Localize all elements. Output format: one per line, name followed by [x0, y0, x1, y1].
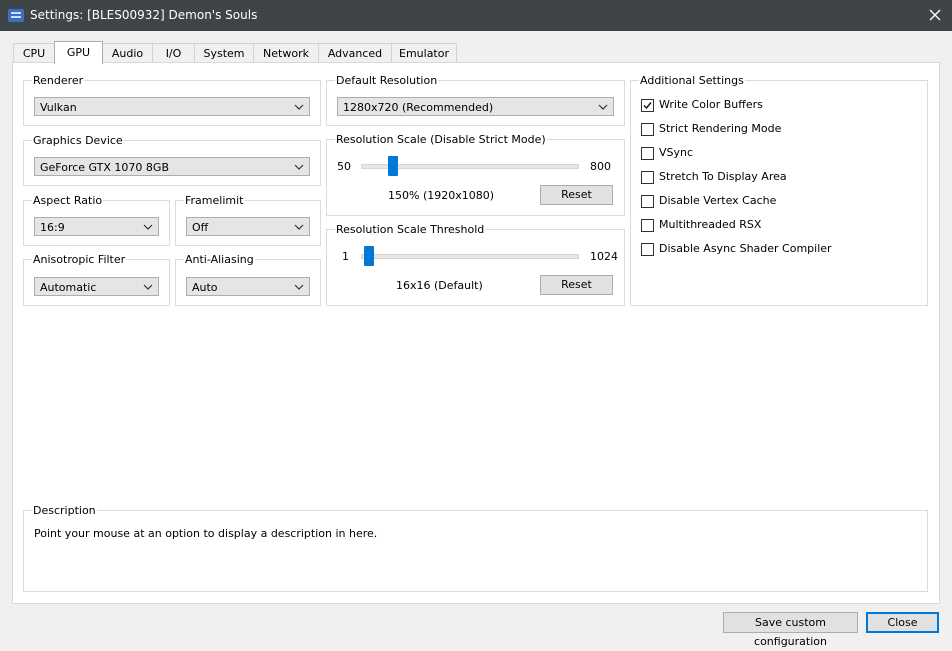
checkbox-label: Disable Async Shader Compiler [659, 242, 832, 255]
close-icon[interactable] [926, 6, 944, 24]
title-bar: Settings: [BLES00932] Demon's Souls [0, 0, 952, 31]
graphics-device-dropdown[interactable]: GeForce GTX 1070 8GB [34, 157, 310, 176]
aspect-ratio-group: Aspect Ratio 16:9 [23, 194, 170, 246]
tab-label: I/O [165, 47, 182, 60]
tab-network[interactable]: Network [253, 43, 319, 63]
dropdown-value: 16:9 [40, 221, 65, 234]
framelimit-group: Framelimit Off [175, 194, 321, 246]
dropdown-value: Vulkan [40, 101, 77, 114]
slider-max-label: 1024 [590, 250, 618, 263]
close-button[interactable]: Close [866, 612, 939, 633]
dropdown-value: Auto [192, 281, 218, 294]
checkbox-box[interactable] [641, 147, 654, 160]
checkbox-box[interactable] [641, 123, 654, 136]
aspect-ratio-dropdown[interactable]: 16:9 [34, 217, 159, 236]
anti-aliasing-dropdown[interactable]: Auto [186, 277, 310, 296]
window-title: Settings: [BLES00932] Demon's Souls [30, 8, 258, 22]
checkbox-label: VSync [659, 146, 694, 159]
resolution-scale-reset-button[interactable]: Reset [540, 185, 613, 205]
group-title: Resolution Scale Threshold [335, 223, 486, 236]
slider-min-label: 1 [342, 250, 349, 263]
checkbox-label: Multithreaded RSX [659, 218, 762, 231]
slider-max-label: 800 [590, 160, 611, 173]
group-title: Additional Settings [639, 74, 745, 87]
tab-label: Network [263, 47, 309, 60]
group-title: Framelimit [184, 194, 245, 207]
gpu-settings-panel: Renderer Vulkan Graphics Device GeForce … [12, 62, 940, 604]
chevron-down-icon [294, 284, 304, 290]
renderer-dropdown[interactable]: Vulkan [34, 97, 310, 116]
group-title: Resolution Scale (Disable Strict Mode) [335, 133, 547, 146]
tab-audio[interactable]: Audio [102, 43, 153, 63]
chevron-down-icon [294, 224, 304, 230]
resolution-threshold-reset-button[interactable]: Reset [540, 275, 613, 295]
resolution-threshold-value: 16x16 (Default) [396, 279, 483, 292]
resolution-threshold-slider[interactable] [364, 246, 375, 266]
dropdown-value: GeForce GTX 1070 8GB [40, 161, 169, 174]
resolution-scale-group: Resolution Scale (Disable Strict Mode) 5… [326, 133, 625, 216]
resolution-scale-slider[interactable] [388, 156, 399, 176]
renderer-group: Renderer Vulkan [23, 74, 321, 126]
checkbox-box[interactable] [641, 219, 654, 232]
framelimit-dropdown[interactable]: Off [186, 217, 310, 236]
checkmark-icon [643, 102, 652, 110]
tab-emulator[interactable]: Emulator [391, 43, 457, 63]
checkbox-box[interactable] [641, 171, 654, 184]
group-title: Renderer [32, 74, 85, 87]
group-title: Aspect Ratio [32, 194, 104, 207]
dropdown-value: Automatic [40, 281, 97, 294]
tab-label: GPU [66, 46, 91, 59]
checkbox-label: Disable Vertex Cache [659, 194, 777, 207]
chevron-down-icon [143, 284, 153, 290]
tab-system[interactable]: System [194, 43, 254, 63]
button-label: Close [887, 616, 918, 629]
tab-label: System [203, 47, 245, 60]
slider-min-label: 50 [337, 160, 351, 173]
button-label: Reset [561, 188, 592, 201]
resolution-threshold-group: Resolution Scale Threshold 1 1024 16x16 … [326, 223, 625, 306]
chevron-down-icon [294, 104, 304, 110]
additional-settings-group: Additional Settings Write Color Buffers … [630, 74, 928, 306]
checkbox-box[interactable] [641, 243, 654, 256]
checkbox-box[interactable] [641, 99, 654, 112]
group-title: Anisotropic Filter [32, 253, 127, 266]
tab-gpu[interactable]: GPU [54, 41, 103, 64]
checkbox-box[interactable] [641, 195, 654, 208]
resolution-scale-value: 150% (1920x1080) [388, 189, 495, 202]
default-resolution-dropdown[interactable]: 1280x720 (Recommended) [337, 97, 614, 116]
dropdown-value: Off [192, 221, 209, 234]
default-resolution-group: Default Resolution 1280x720 (Recommended… [326, 74, 625, 126]
tab-label: Audio [111, 47, 144, 60]
tab-label: Advanced [327, 47, 383, 60]
chevron-down-icon [143, 224, 153, 230]
tab-label: CPU [22, 47, 46, 60]
group-title: Description [32, 504, 97, 517]
checkbox-label: Write Color Buffers [659, 98, 763, 111]
checkbox-label: Stretch To Display Area [659, 170, 787, 183]
chevron-down-icon [598, 104, 608, 110]
button-label: Save custom configuration [754, 616, 827, 648]
checkbox-label: Strict Rendering Mode [659, 122, 782, 135]
group-title: Default Resolution [335, 74, 439, 87]
description-text: Point your mouse at an option to display… [34, 527, 378, 540]
anisotropic-filter-group: Anisotropic Filter Automatic [23, 253, 170, 306]
tab-advanced[interactable]: Advanced [318, 43, 392, 63]
button-label: Reset [561, 278, 592, 291]
anisotropic-filter-dropdown[interactable]: Automatic [34, 277, 159, 296]
group-title: Graphics Device [32, 134, 124, 147]
group-title: Anti-Aliasing [184, 253, 255, 266]
resolution-threshold-track[interactable] [361, 254, 579, 259]
graphics-device-group: Graphics Device GeForce GTX 1070 8GB [23, 134, 321, 186]
rpcs3-icon [8, 9, 24, 22]
dropdown-value: 1280x720 (Recommended) [343, 101, 494, 114]
anti-aliasing-group: Anti-Aliasing Auto [175, 253, 321, 306]
tab-cpu[interactable]: CPU [13, 43, 55, 63]
chevron-down-icon [294, 164, 304, 170]
tab-io[interactable]: I/O [152, 43, 195, 63]
description-group: Description Point your mouse at an optio… [23, 504, 928, 592]
save-custom-configuration-button[interactable]: Save custom configuration [723, 612, 858, 648]
tab-label: Emulator [399, 47, 449, 60]
